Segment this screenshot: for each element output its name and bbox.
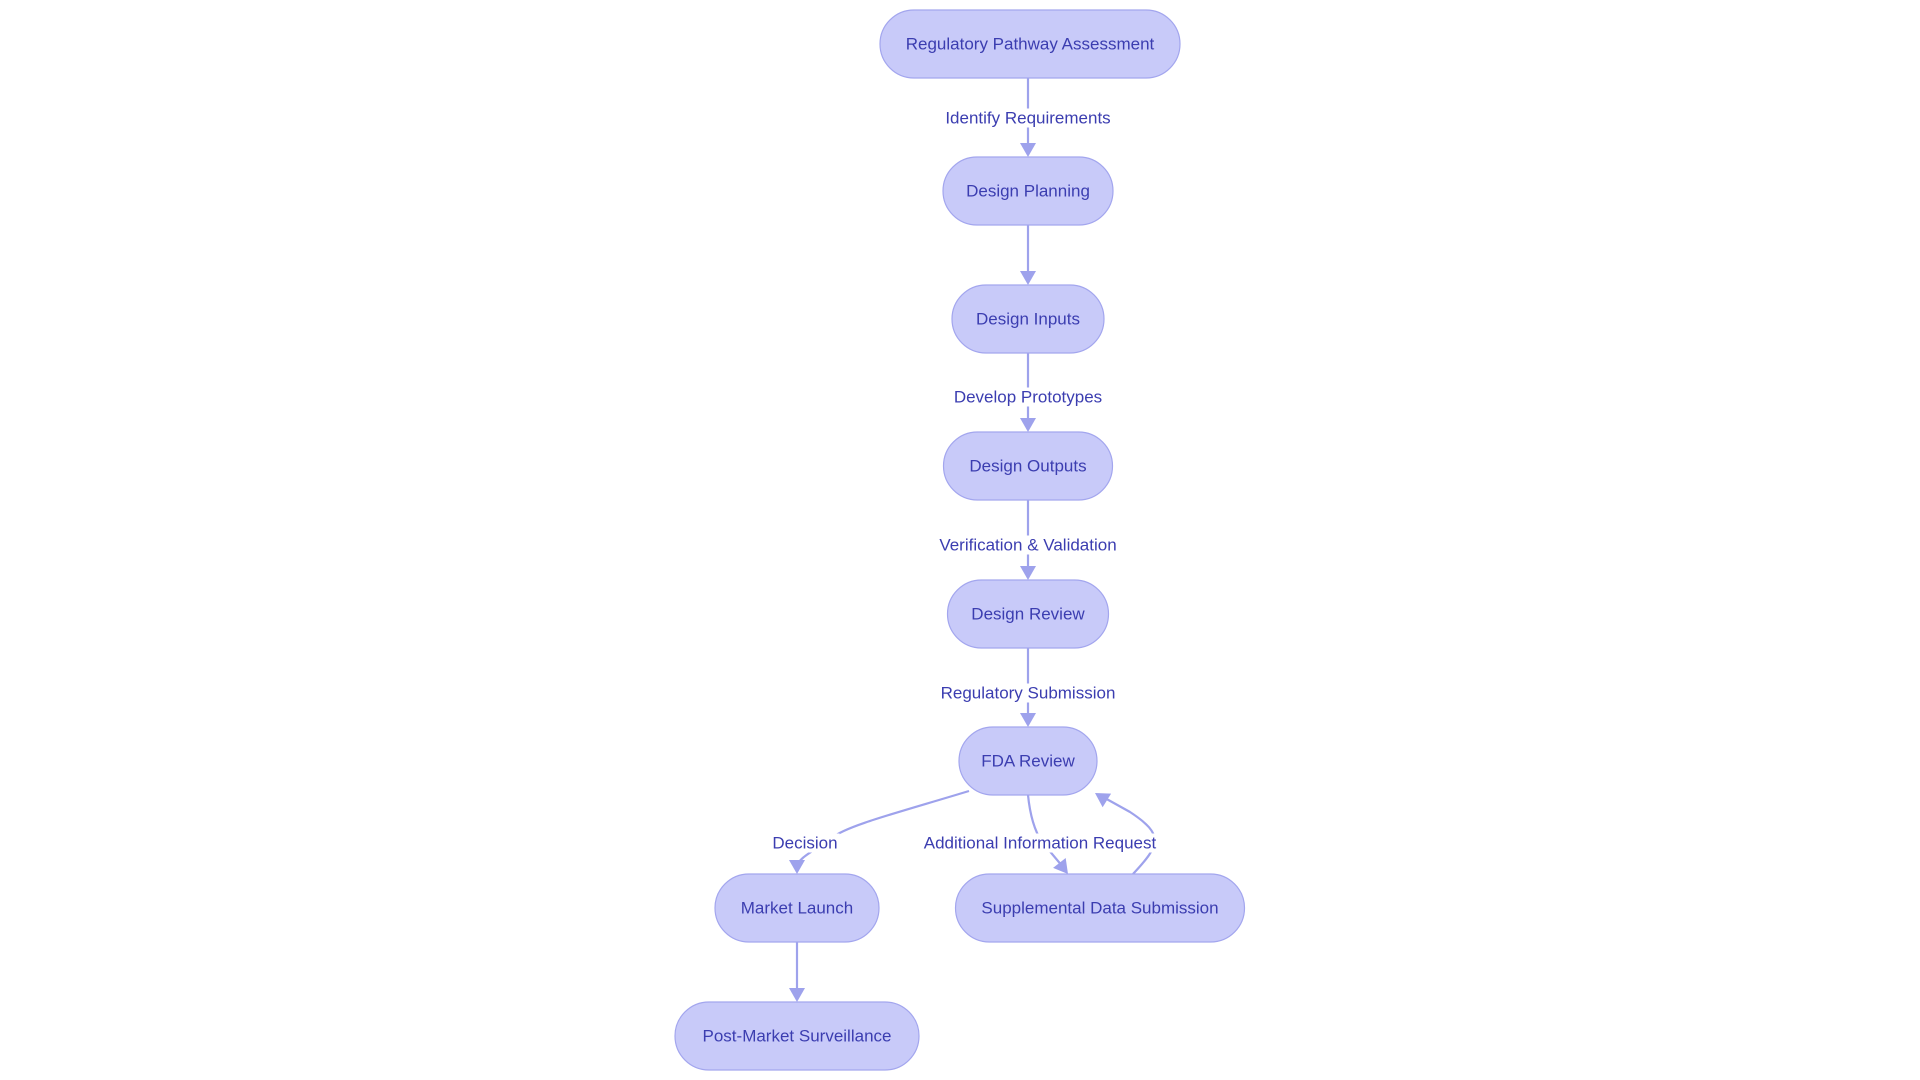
- edge-line: [1026, 794, 1064, 868]
- edge-g-i: [789, 942, 805, 1002]
- node-label: Design Planning: [966, 182, 1090, 201]
- node-post-market-surveillance[interactable]: Post-Market Surveillance: [674, 1001, 920, 1071]
- node-label: Regulatory Pathway Assessment: [906, 35, 1155, 54]
- edge-label-text: Verification & Validation: [939, 536, 1116, 555]
- node-label: Design Review: [971, 605, 1085, 624]
- arrowhead-icon: [1020, 418, 1036, 432]
- node-label: Design Outputs: [969, 457, 1086, 476]
- node-supplemental-data-submission[interactable]: Supplemental Data Submission: [954, 873, 1246, 943]
- edge-label-text: Identify Requirements: [945, 109, 1110, 128]
- node-fda-review[interactable]: FDA Review: [958, 726, 1098, 796]
- node-label: Market Launch: [741, 899, 853, 918]
- edge-label-f-h: Additional Information Request: [921, 833, 1159, 853]
- arrowhead-icon: [789, 988, 805, 1002]
- edge-label-d-e: Verification & Validation: [937, 535, 1119, 555]
- edge-h-f: [1095, 793, 1156, 875]
- arrowhead-icon: [1020, 566, 1036, 580]
- arrowhead-icon: [789, 860, 805, 874]
- arrowhead-icon: [1020, 143, 1036, 157]
- edge-label-e-f: Regulatory Submission: [938, 683, 1118, 703]
- node-market-launch[interactable]: Market Launch: [714, 873, 880, 943]
- flowchart-diagram: Identify Requirements Develop Prototypes V…: [674, 9, 1246, 1071]
- node-label: Supplemental Data Submission: [981, 899, 1218, 918]
- node-design-inputs[interactable]: Design Inputs: [951, 284, 1105, 354]
- arrowhead-icon: [1020, 271, 1036, 285]
- arrowhead-icon: [1020, 713, 1036, 727]
- edge-label-text: Regulatory Submission: [941, 684, 1116, 703]
- node-design-outputs[interactable]: Design Outputs: [942, 431, 1114, 501]
- edge-label-c-d: Develop Prototypes: [951, 387, 1105, 407]
- edge-label-text: Additional Information Request: [924, 834, 1157, 853]
- edge-label-a-b: Identify Requirements: [943, 108, 1113, 128]
- node-design-planning[interactable]: Design Planning: [942, 156, 1114, 226]
- node-label: Design Inputs: [976, 310, 1080, 329]
- edge-label-text: Decision: [772, 834, 837, 853]
- edge-f-g: [789, 789, 970, 874]
- node-label: Post-Market Surveillance: [703, 1027, 892, 1046]
- edge-label-text: Develop Prototypes: [954, 388, 1102, 407]
- node-design-review[interactable]: Design Review: [946, 579, 1110, 649]
- node-label: FDA Review: [981, 752, 1075, 771]
- edge-b-c: [1020, 225, 1036, 285]
- arrowhead-icon: [1095, 793, 1112, 808]
- edge-line: [795, 789, 970, 868]
- edge-label-f-g: Decision: [770, 833, 840, 853]
- node-regulatory-pathway-assessment[interactable]: Regulatory Pathway Assessment: [879, 9, 1181, 79]
